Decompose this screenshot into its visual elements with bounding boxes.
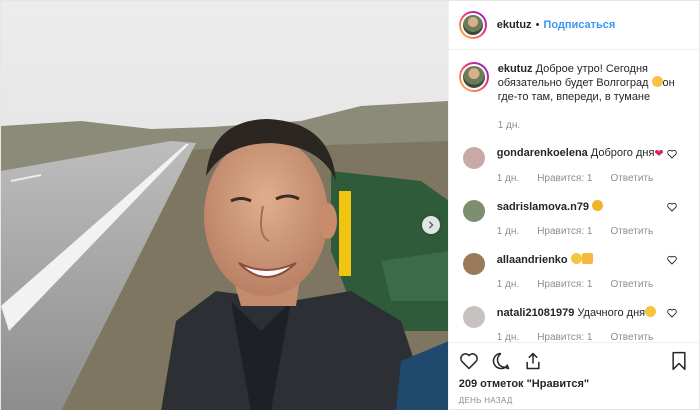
chevron-right-icon (428, 221, 434, 229)
comment-text: Доброго дня (590, 147, 655, 159)
commenter-avatar[interactable] (462, 253, 485, 275)
post-sidebar: ekutuz • Подписаться ekutuz Доброе утро! … (447, 1, 699, 410)
thumbs-up-emoji-icon (581, 253, 593, 264)
comments-list[interactable]: ekutuz Доброе утро! Сегодня обязательно б… (449, 50, 699, 342)
comment-item: natali21081979 Удачного дня 1 дн. Нравится… (459, 306, 689, 342)
comment-time[interactable]: 1 дн. (497, 226, 519, 237)
caption-avatar[interactable] (458, 62, 489, 92)
smile-emoji-icon (570, 253, 582, 264)
comment-item: gondarenkoelena Доброго дня❤ 1 дн. Нравитс… (459, 147, 689, 184)
comment-item: sadrislamova.n79 1 дн. Нравится: 1 Ответит… (459, 200, 689, 237)
selfie-image (1, 1, 448, 410)
like-comment-icon[interactable] (667, 149, 677, 159)
caption-text: ekutuz Доброе утро! Сегодня обязательно б… (498, 62, 686, 104)
bookmark-icon (672, 351, 686, 371)
comment-reply[interactable]: Ответить (610, 279, 653, 290)
follow-button[interactable]: Подписаться (543, 19, 615, 31)
comment-bubble-icon (492, 352, 509, 369)
header-separator: • (535, 19, 540, 31)
instagram-post: ekutuz • Подписаться ekutuz Доброе утро! … (0, 0, 700, 410)
comment-time[interactable]: 1 дн. (497, 173, 519, 184)
comment-likes[interactable]: Нравится: 1 (537, 226, 592, 237)
smile-emoji-icon (645, 306, 657, 317)
save-button[interactable] (669, 351, 689, 371)
caption-timestamp[interactable]: 1 дн. (498, 120, 689, 131)
like-comment-icon[interactable] (667, 308, 677, 318)
like-button[interactable] (459, 351, 479, 371)
comment-reply[interactable]: Ответить (610, 226, 653, 237)
post-actions (448, 342, 699, 378)
smile-emoji-icon (651, 76, 663, 87)
share-arrow-icon (526, 352, 540, 369)
author-username[interactable]: ekutuz (497, 19, 532, 31)
share-button[interactable] (523, 351, 543, 371)
next-photo-button[interactable] (421, 216, 440, 234)
comment-reply[interactable]: Ответить (610, 173, 653, 184)
comment-item: allaandrienko 1 дн. Нравится: 1 Ответить (459, 253, 689, 290)
comment-likes[interactable]: Нравится: 1 (537, 173, 592, 184)
post-caption: ekutuz Доброе утро! Сегодня обязательно б… (458, 62, 689, 104)
commenter-avatar[interactable] (462, 306, 485, 328)
like-comment-icon[interactable] (667, 202, 677, 212)
likes-count[interactable]: 209 отметок "Нравится" (449, 378, 699, 392)
comment-username[interactable]: allaandrienko (497, 254, 568, 266)
comment-likes[interactable]: Нравится: 1 (537, 332, 592, 342)
post-photo[interactable] (1, 1, 448, 410)
like-comment-icon[interactable] (667, 255, 677, 265)
crying-face-emoji-icon (592, 200, 604, 211)
comment-time[interactable]: 1 дн. (497, 279, 519, 290)
comment-likes[interactable]: Нравится: 1 (537, 279, 592, 290)
comment-username[interactable]: natali21081979 (497, 307, 575, 319)
comment-username[interactable]: gondarenkoelena (497, 147, 588, 159)
post-timestamp: ДЕНЬ НАЗАД (458, 396, 513, 405)
comment-time[interactable]: 1 дн. (497, 332, 519, 342)
caption-username[interactable]: ekutuz (498, 63, 533, 75)
comment-username[interactable]: sadrislamova.n79 (497, 201, 589, 213)
post-header: ekutuz • Подписаться (448, 1, 699, 50)
comment-reply[interactable]: Ответить (610, 332, 653, 342)
red-heart-emoji-icon: ❤ (654, 148, 664, 160)
comment-button[interactable] (491, 351, 511, 371)
commenter-avatar[interactable] (462, 200, 485, 222)
heart-outline-icon (459, 352, 478, 369)
commenter-avatar[interactable] (462, 147, 485, 169)
comment-text: Удачного дня (577, 307, 646, 319)
author-avatar[interactable] (458, 11, 487, 39)
